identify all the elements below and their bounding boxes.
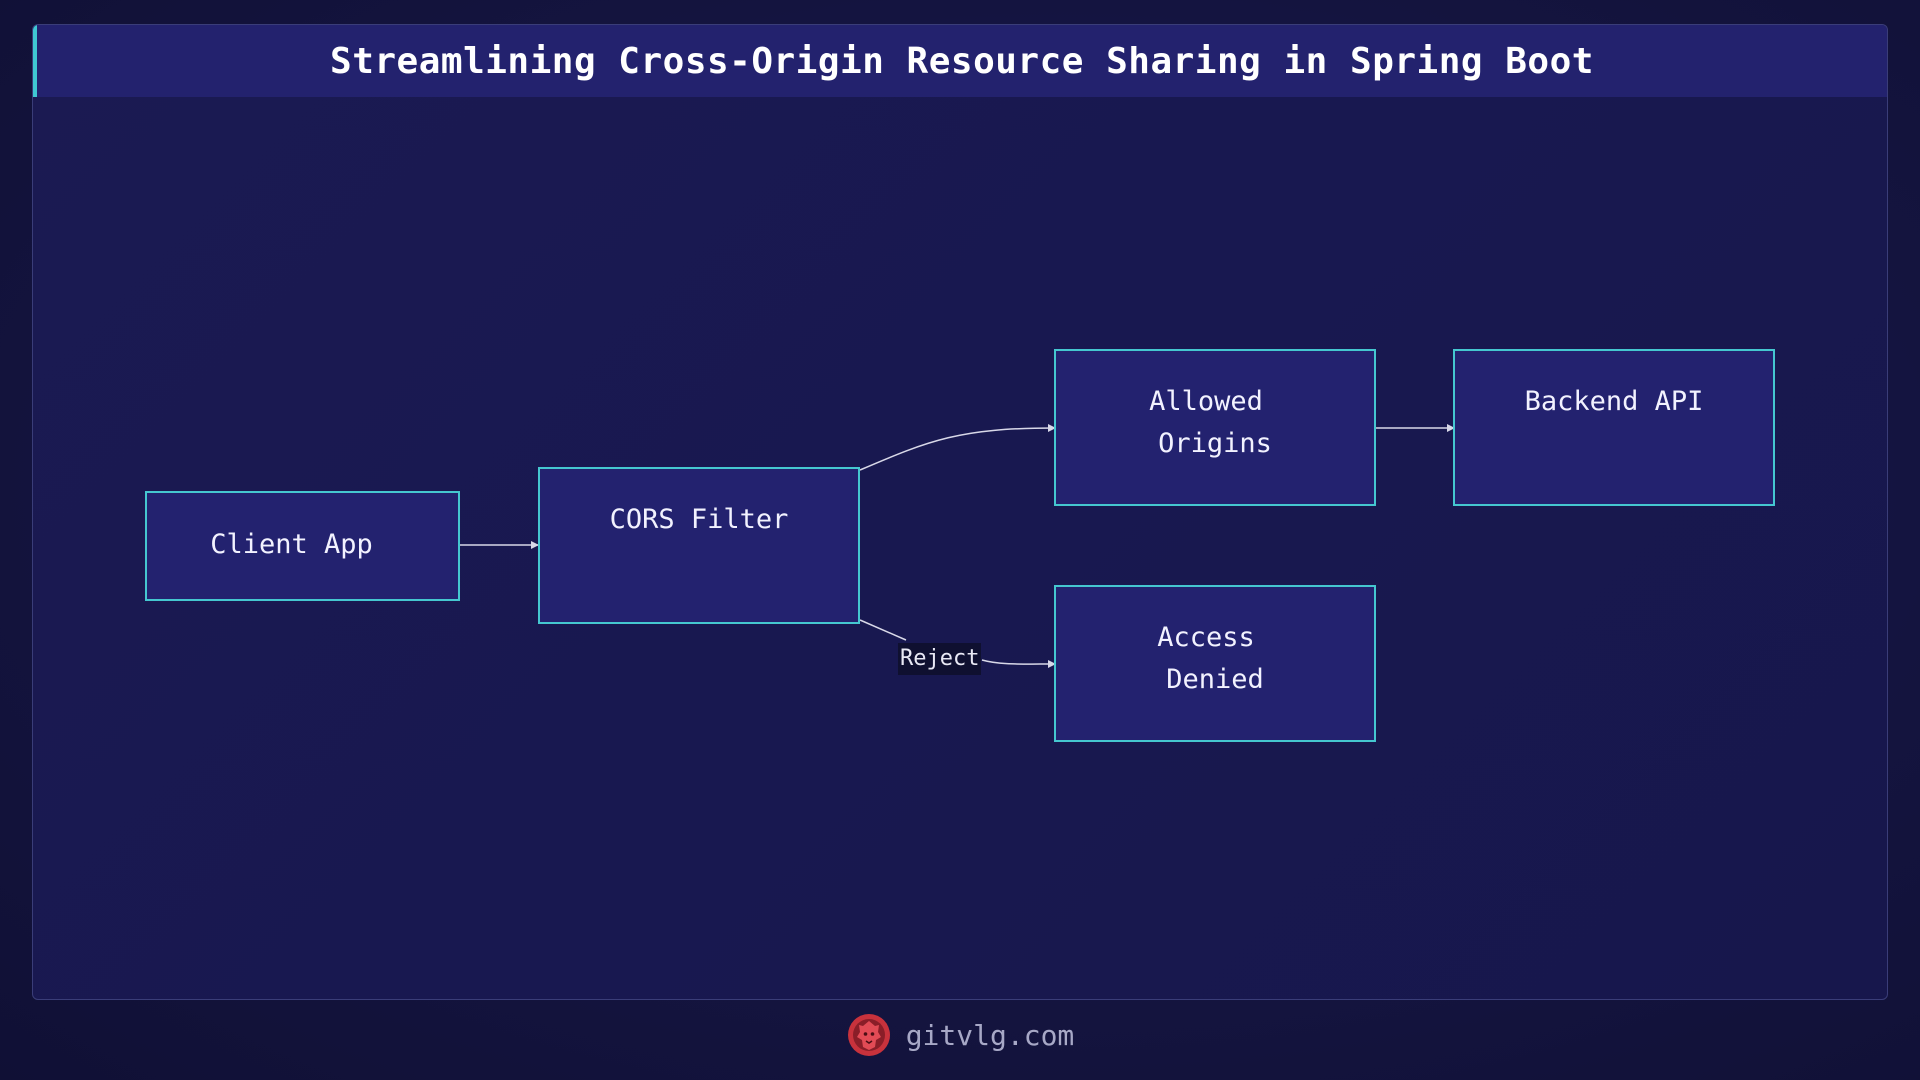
node-allowed-origins: Allowed Origins bbox=[1054, 349, 1376, 506]
footer-site-link[interactable]: gitvlg.com bbox=[906, 1019, 1075, 1052]
node-allowed-origins-line2: Origins bbox=[1158, 428, 1272, 459]
footer: gitvlg.com bbox=[0, 1010, 1920, 1060]
node-access-denied-line1: Access bbox=[1157, 622, 1255, 653]
node-client-app-label: Client App bbox=[210, 529, 373, 560]
node-access-denied: Access Denied bbox=[1054, 585, 1376, 742]
page: Streamlining Cross-Origin Resource Shari… bbox=[0, 0, 1920, 1080]
lion-logo-icon bbox=[847, 1014, 890, 1056]
node-access-denied-line2: Denied bbox=[1166, 664, 1264, 695]
node-allowed-origins-line1: Allowed bbox=[1149, 386, 1263, 417]
node-backend-api-label: Backend API bbox=[1524, 386, 1704, 417]
node-client-app: Client App bbox=[145, 491, 460, 601]
node-cors-filter: CORS Filter bbox=[538, 467, 860, 624]
node-cors-filter-label: CORS Filter bbox=[609, 504, 789, 535]
node-backend-api: Backend API bbox=[1453, 349, 1775, 506]
edge-cors-to-allowed bbox=[859, 424, 1056, 471]
edge-label-reject: Reject bbox=[898, 643, 982, 675]
